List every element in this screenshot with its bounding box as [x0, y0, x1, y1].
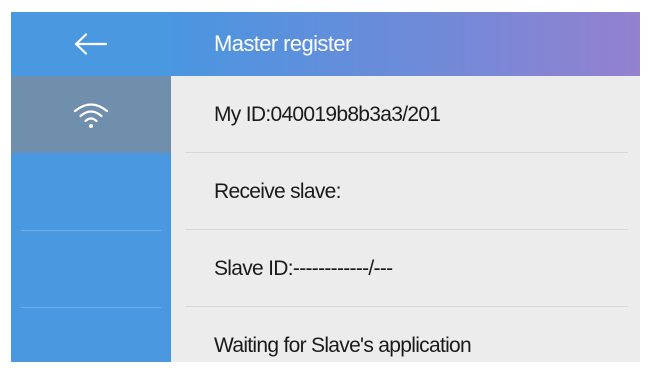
sidebar	[11, 12, 171, 362]
sidebar-slot	[11, 307, 171, 362]
receive-slave-row[interactable]: Receive slave:	[171, 153, 640, 230]
screen: Master register My ID:040019b8b3a3/201 R…	[11, 12, 640, 362]
status-text: Waiting for Slave's application	[214, 334, 472, 357]
sidebar-item-wifi[interactable]	[11, 76, 171, 153]
slave-id-row: Slave ID:------------/---	[171, 230, 640, 307]
status-row: Waiting for Slave's application	[171, 307, 640, 362]
receive-slave-text: Receive slave:	[214, 180, 341, 203]
back-button[interactable]	[11, 12, 171, 76]
my-id-row: My ID:040019b8b3a3/201	[171, 76, 640, 153]
content-list: My ID:040019b8b3a3/201 Receive slave: Sl…	[171, 76, 640, 362]
slave-id-text: Slave ID:------------/---	[214, 257, 393, 280]
wifi-icon	[73, 102, 109, 128]
arrow-left-icon	[74, 33, 108, 55]
sidebar-slot	[11, 230, 171, 307]
header: Master register	[171, 12, 640, 76]
my-id-text: My ID:040019b8b3a3/201	[214, 103, 441, 126]
page-title: Master register	[214, 31, 352, 56]
sidebar-slot	[11, 153, 171, 230]
